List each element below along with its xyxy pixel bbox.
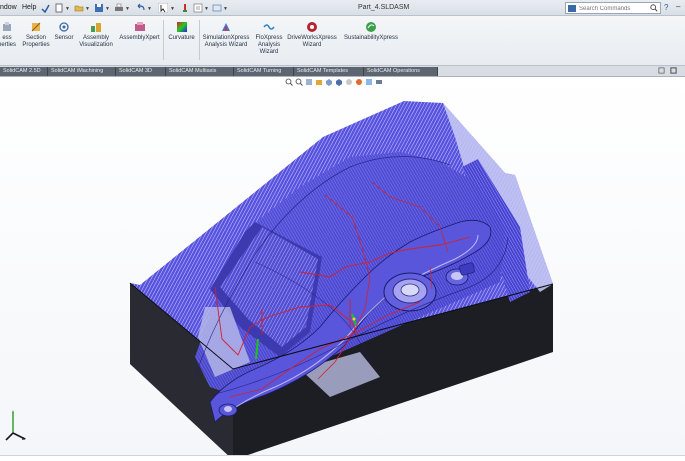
tab-solidcam-templates[interactable]: SolidCAM Templates xyxy=(294,67,364,76)
assemblyxpert-icon xyxy=(134,22,145,31)
file-properties-icon[interactable] xyxy=(193,3,203,13)
sensor-label: Sensor xyxy=(54,35,74,41)
assemblyxpert-button[interactable]: AssemblyXpert xyxy=(117,21,162,42)
edit-appearance-icon[interactable] xyxy=(355,78,363,86)
driveworksxpress-label-2: Wizard xyxy=(302,42,322,48)
restore-icon[interactable] xyxy=(658,67,665,74)
tab-solidcam-operations[interactable]: SolidCAM Operations xyxy=(364,67,438,76)
apply-scene-icon[interactable] xyxy=(365,78,373,86)
command-tabs: SolidCAM 2.5D SolidCAM iMachining SolidC… xyxy=(0,66,685,77)
print-dropdown-icon[interactable]: ▼ xyxy=(125,6,130,12)
driveworksxpress-label: DriveWorksXpress xyxy=(287,35,337,41)
display-style-icon[interactable] xyxy=(335,78,343,86)
mass-properties-label: ess xyxy=(2,35,12,41)
undo-dropdown-icon[interactable]: ▼ xyxy=(147,6,152,12)
rebuild-icon[interactable] xyxy=(180,3,190,13)
sustainabilityxpress-icon xyxy=(366,22,376,32)
print-icon[interactable] xyxy=(114,3,124,13)
zoom-to-area-icon[interactable] xyxy=(295,78,303,86)
menu-help[interactable]: Help xyxy=(22,4,36,11)
options-icon[interactable] xyxy=(212,3,222,13)
curvature-icon xyxy=(176,22,187,32)
properties-dropdown-icon[interactable]: ▼ xyxy=(204,6,209,12)
select-icon[interactable] xyxy=(158,3,168,13)
floxpress-label: FloXpress xyxy=(255,35,283,41)
open-icon[interactable] xyxy=(74,3,84,13)
sustainabilityxpress-label: SustainabilityXpress xyxy=(343,35,399,41)
section-properties-label: Section xyxy=(25,35,46,41)
floxpress-icon xyxy=(263,24,275,30)
search-input[interactable] xyxy=(579,4,649,13)
pin-icon[interactable] xyxy=(40,3,50,13)
view-orientation-icon[interactable] xyxy=(325,78,333,86)
save-icon[interactable] xyxy=(94,3,104,13)
tab-solidcam-multiaxis[interactable]: SolidCAM Multiaxis xyxy=(166,67,234,76)
hide-show-items-icon[interactable] xyxy=(345,78,353,86)
sensor-icon xyxy=(59,22,69,32)
floxpress-label-3: Wizard xyxy=(259,49,279,55)
simulationxpress-icon xyxy=(222,23,230,31)
curvature-label: Curvature xyxy=(168,35,195,41)
driveworksxpress-icon xyxy=(307,22,317,32)
graphics-area[interactable] xyxy=(0,77,685,461)
new-document-icon[interactable] xyxy=(54,3,64,13)
options-dropdown-icon[interactable]: ▼ xyxy=(223,6,228,12)
mass-properties-label-2: perties xyxy=(0,42,16,48)
view-settings-icon[interactable] xyxy=(375,78,383,86)
assembly-visualization-button[interactable]: Assembly Visualization xyxy=(76,21,116,49)
driveworksxpress-button[interactable]: DriveWorksXpress Wizard xyxy=(286,21,338,49)
left-hole-inner xyxy=(224,406,232,412)
sensor-button[interactable]: Sensor xyxy=(53,21,75,42)
maximize-icon[interactable] xyxy=(670,67,677,74)
assembly-visualization-label: Assembly xyxy=(82,35,109,41)
assembly-visualization-label-2: Visualization xyxy=(79,42,113,48)
document-title: Part_4.SLDASM xyxy=(358,4,410,11)
solidworks-search-icon xyxy=(568,5,576,12)
tool-origin xyxy=(352,317,356,321)
title-bar: ndow Help ▼ ▼ ▼ ▼ ▼ ▼ ▼ ▼ Part_4.SLDASM … xyxy=(0,0,685,16)
status-strip xyxy=(0,455,685,461)
hub-hole xyxy=(400,283,420,297)
floxpress-button[interactable]: FloXpress Analysis Wizard xyxy=(253,21,285,56)
sustainabilityxpress-button[interactable]: SustainabilityXpress xyxy=(340,21,402,42)
help-icon[interactable]: ? xyxy=(664,3,668,12)
assembly-visualization-icon xyxy=(91,23,101,32)
section-view-icon[interactable] xyxy=(315,78,323,86)
coordinate-triad-icon xyxy=(5,410,26,441)
tab-solidcam-imachining[interactable]: SolidCAM iMachining xyxy=(48,67,116,76)
mass-properties-button[interactable]: ess perties xyxy=(0,21,17,49)
save-dropdown-icon[interactable]: ▼ xyxy=(105,6,110,12)
menu-window[interactable]: ndow xyxy=(0,4,17,11)
new-dropdown-icon[interactable]: ▼ xyxy=(65,6,70,12)
tab-solidcam-3d[interactable]: SolidCAM 3D xyxy=(116,67,166,76)
curvature-button[interactable]: Curvature xyxy=(165,21,198,42)
section-properties-button[interactable]: Section Properties xyxy=(21,21,51,49)
section-properties-icon xyxy=(31,22,41,32)
select-dropdown-icon[interactable]: ▼ xyxy=(170,6,175,12)
simulationxpress-label-2: Analysis Wizard xyxy=(204,42,248,48)
search-icon[interactable] xyxy=(650,4,658,12)
previous-view-icon[interactable] xyxy=(305,78,313,86)
undo-icon[interactable] xyxy=(136,3,146,13)
open-dropdown-icon[interactable]: ▼ xyxy=(85,6,90,12)
search-commands-box[interactable] xyxy=(565,2,661,14)
simulationxpress-button[interactable]: SimulationXpress Analysis Wizard xyxy=(200,21,252,49)
solidworks-window: ndow Help ▼ ▼ ▼ ▼ ▼ ▼ ▼ ▼ Part_4.SLDASM … xyxy=(0,0,685,461)
simulationxpress-label: SimulationXpress xyxy=(202,35,250,41)
mass-properties-icon xyxy=(3,22,11,31)
zoom-to-fit-icon[interactable] xyxy=(285,78,293,86)
model-view[interactable] xyxy=(0,77,685,461)
tab-solidcam-25d[interactable]: SolidCAM 2.5D xyxy=(0,67,48,76)
assemblyxpert-label: AssemblyXpert xyxy=(119,35,160,41)
floxpress-label-2: Analysis xyxy=(257,42,281,48)
tab-solidcam-turning[interactable]: SolidCAM Turning xyxy=(234,67,294,76)
minimize-icon[interactable]: – xyxy=(676,2,680,11)
command-manager-ribbon: ess perties Section Properties Sensor As… xyxy=(0,16,685,66)
ribbon-separator xyxy=(163,20,164,60)
section-properties-label-2: Properties xyxy=(22,42,50,48)
